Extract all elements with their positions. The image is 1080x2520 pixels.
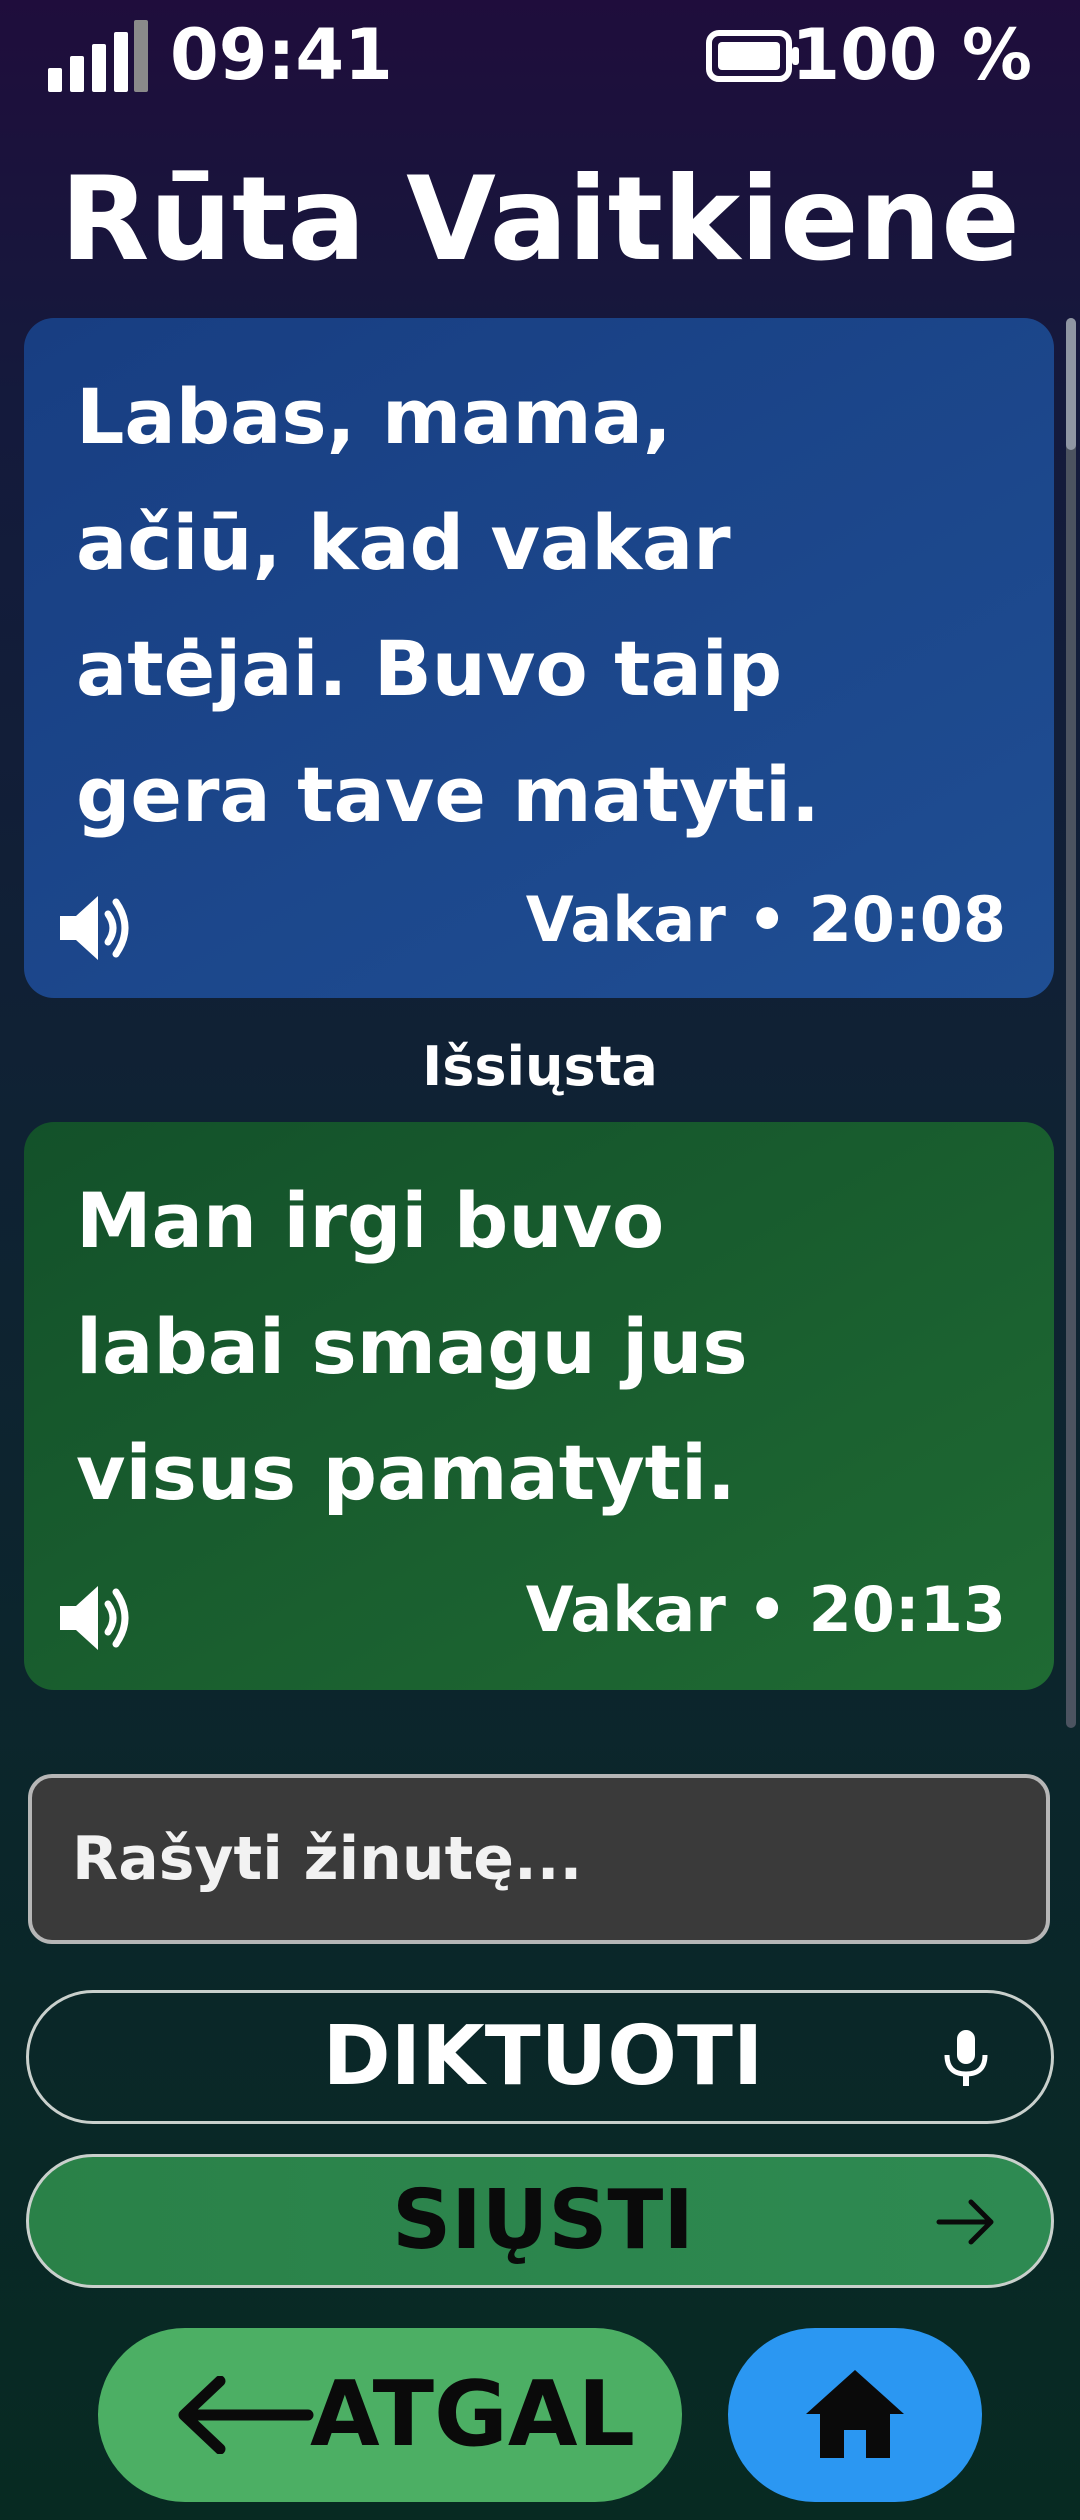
send-button[interactable]: SIŲSTI [26,2154,1054,2288]
speaker-icon[interactable] [54,886,138,970]
dictate-button[interactable]: DIKTUOTI [26,1990,1054,2124]
home-button[interactable] [728,2328,982,2502]
message-input[interactable] [28,1774,1050,1944]
message-time: Vakar • 20:08 [525,883,1006,956]
battery-percent: 100 % [791,14,1032,96]
back-button[interactable]: ATGAL [98,2328,682,2502]
speaker-icon[interactable] [54,1576,138,1660]
microphone-icon [944,2030,988,2086]
home-icon [806,2370,904,2458]
battery-icon [706,30,799,82]
arrow-right-icon [936,2199,994,2245]
message-bubble-incoming: Labas, mama, ačiū, kad vakar atėjai. Buv… [24,318,1054,998]
dictate-label: DIKTUOTI [322,2009,764,2104]
status-time: 09:41 [170,14,393,96]
send-label: SIŲSTI [392,2173,694,2268]
scrollbar-thumb[interactable] [1066,318,1076,450]
message-text: Labas, mama, ačiū, kad vakar atėjai. Buv… [76,372,820,839]
arrow-left-icon [178,2376,314,2454]
back-label: ATGAL [310,2362,635,2467]
signal-icon [48,20,148,92]
sent-status: Išsiųsta [422,1035,658,1098]
contact-name: Rūta Vaitkienė [60,152,1020,287]
message-text: Man irgi buvo labai smagu jus visus pama… [76,1176,748,1517]
message-bubble-outgoing: Man irgi buvo labai smagu jus visus pama… [24,1122,1054,1690]
scrollbar-track[interactable] [1066,318,1076,1728]
status-bar: 09:41 100 % [0,0,1080,110]
message-time: Vakar • 20:13 [525,1573,1006,1646]
